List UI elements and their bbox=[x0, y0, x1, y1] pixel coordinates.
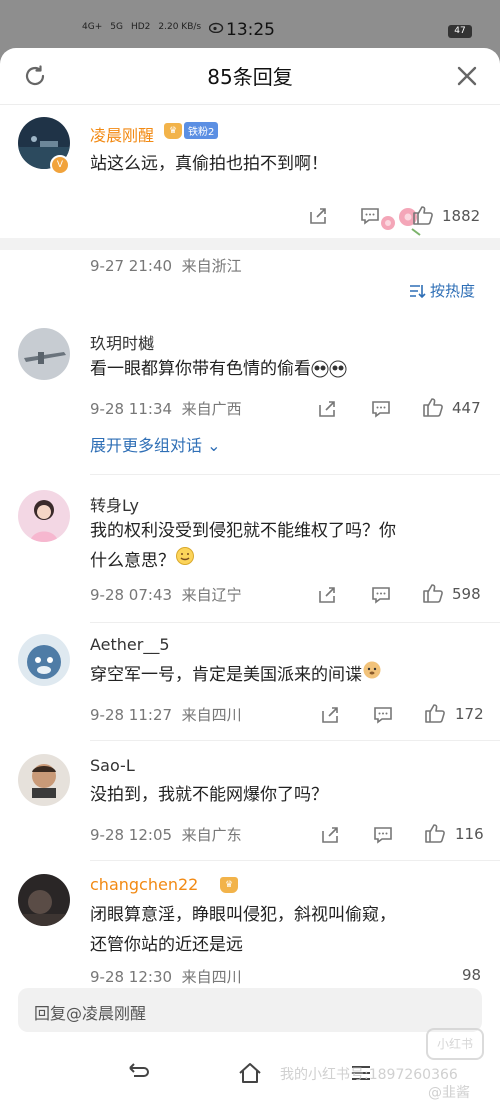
like-count: 98 bbox=[462, 966, 482, 984]
comment-location: 来自浙江 bbox=[181, 257, 242, 275]
section-divider bbox=[0, 238, 500, 250]
reply-author-name[interactable]: changchen22 bbox=[90, 875, 198, 894]
net-speed: 2.20 KB/s bbox=[158, 21, 202, 32]
like-icon[interactable] bbox=[422, 582, 444, 604]
reply-meta: 9-28 07:43 来自辽宁 bbox=[90, 586, 242, 604]
reply-meta: 9-28 12:30 来自四川 bbox=[90, 968, 242, 986]
reply-author-name[interactable]: 转身Ly bbox=[90, 492, 139, 516]
panda-emoji-icon bbox=[311, 359, 347, 379]
avatar[interactable] bbox=[18, 754, 70, 806]
root-author-name[interactable]: 凌晨刚醒 bbox=[90, 122, 154, 146]
replies-sheet: 85条回复 V 凌晨刚醒 ♛ 铁粉2 站这么远，真偷拍也拍不到啊！ 9-27 2… bbox=[0, 48, 500, 1100]
watermark-logo: 小红书 bbox=[426, 1028, 484, 1060]
back-icon[interactable] bbox=[126, 1060, 152, 1086]
reply-text: 穿空军一号，肯定是美国派来的间谍 bbox=[90, 660, 382, 690]
like-icon[interactable] bbox=[412, 204, 434, 226]
avatar[interactable] bbox=[18, 874, 70, 926]
crown-icon: ♛ bbox=[164, 122, 182, 139]
comment-icon[interactable] bbox=[360, 206, 380, 226]
like-count: 598 bbox=[452, 585, 481, 603]
fan-level-label: 铁粉2 bbox=[184, 122, 219, 139]
watermark-text: 我的小红书号:1897260366 bbox=[280, 1067, 458, 1083]
sort-button[interactable]: 按热度 bbox=[408, 280, 475, 301]
like-count: 172 bbox=[455, 705, 484, 723]
share-icon[interactable] bbox=[308, 206, 328, 226]
page-title: 85条回复 bbox=[207, 65, 293, 89]
status-icons: 4G+ 5G HD2 2.20 KB/s bbox=[82, 20, 225, 33]
reply-placeholder: 回复@凌晨刚醒 bbox=[34, 1004, 147, 1023]
reply-input[interactable]: 回复@凌晨刚醒 bbox=[18, 988, 482, 1032]
reply-meta: 9-28 11:27 来自四川 bbox=[90, 706, 242, 724]
status-bar: 4G+ 5G HD2 2.20 KB/s 13:25 47 bbox=[0, 0, 500, 44]
like-count: 116 bbox=[455, 825, 484, 843]
chevron-down-icon: ⌄ bbox=[202, 436, 221, 455]
smile-emoji-icon bbox=[175, 546, 195, 576]
divider bbox=[90, 860, 500, 861]
hd-indicator: HD2 bbox=[130, 21, 151, 32]
like-icon[interactable] bbox=[422, 396, 444, 418]
comment-icon[interactable] bbox=[373, 705, 393, 725]
like-icon[interactable] bbox=[424, 702, 446, 724]
share-icon[interactable] bbox=[320, 825, 340, 845]
root-comment-text: 站这么远，真偷拍也拍不到啊！ bbox=[90, 154, 328, 174]
crown-icon: ♛ bbox=[220, 877, 238, 893]
reply-text: 闭眼算意淫，睁眼叫侵犯，斜视叫偷窥， 还管你站的近还是远 bbox=[90, 905, 396, 955]
comment-icon[interactable] bbox=[371, 585, 391, 605]
reply-author-name[interactable]: 玖玥时樾 bbox=[90, 330, 154, 354]
share-icon[interactable] bbox=[317, 585, 337, 605]
divider bbox=[90, 474, 500, 475]
avatar[interactable] bbox=[18, 328, 70, 380]
avatar[interactable] bbox=[18, 634, 70, 686]
clock: 13:25 bbox=[226, 20, 275, 40]
share-icon[interactable] bbox=[317, 399, 337, 419]
reply-text: 我的权利没受到侵犯就不能维权了吗？你 什么意思？ bbox=[90, 516, 396, 576]
reply-text: 没拍到，我就不能网爆你了吗？ bbox=[90, 785, 328, 805]
comment-icon[interactable] bbox=[373, 825, 393, 845]
battery-indicator: 47 bbox=[448, 25, 472, 38]
doge-emoji-icon bbox=[362, 660, 382, 690]
avatar[interactable] bbox=[18, 490, 70, 542]
vip-badge-icon: V bbox=[50, 155, 70, 175]
close-icon[interactable] bbox=[454, 63, 480, 89]
sheet-header: 85条回复 bbox=[0, 48, 500, 105]
watermark-handle: @韭酱0003 bbox=[428, 1085, 470, 1100]
reply-text: 看一眼都算你带有色情的偷看 bbox=[90, 354, 347, 384]
weibo-icon bbox=[209, 22, 224, 33]
divider bbox=[90, 740, 500, 741]
like-count: 1882 bbox=[442, 207, 481, 225]
reply-author-name[interactable]: Sao-L bbox=[90, 756, 135, 775]
sort-label: 按热度 bbox=[430, 282, 476, 300]
reply-author-name[interactable]: Aether__5 bbox=[90, 635, 170, 654]
like-icon[interactable] bbox=[424, 822, 446, 844]
reply-meta: 9-28 11:34 来自广西 bbox=[90, 400, 242, 418]
like-count: 447 bbox=[452, 399, 481, 417]
comment-date: 9-27 21:40 bbox=[90, 257, 173, 275]
fan-badge: ♛ 铁粉2 bbox=[164, 122, 219, 139]
reply-meta: 9-28 12:05 来自广东 bbox=[90, 826, 242, 844]
root-comment-meta: 9-27 21:40 来自浙江 bbox=[90, 255, 242, 276]
comment-icon[interactable] bbox=[371, 399, 391, 419]
expand-conversation-link[interactable]: 展开更多组对话 ⌄ bbox=[90, 432, 221, 456]
home-icon[interactable] bbox=[237, 1060, 263, 1086]
share-icon[interactable] bbox=[320, 705, 340, 725]
sort-icon bbox=[410, 284, 426, 298]
signal-5g: 5G bbox=[110, 21, 123, 32]
divider bbox=[90, 622, 500, 623]
signal-4g: 4G+ bbox=[82, 21, 103, 32]
